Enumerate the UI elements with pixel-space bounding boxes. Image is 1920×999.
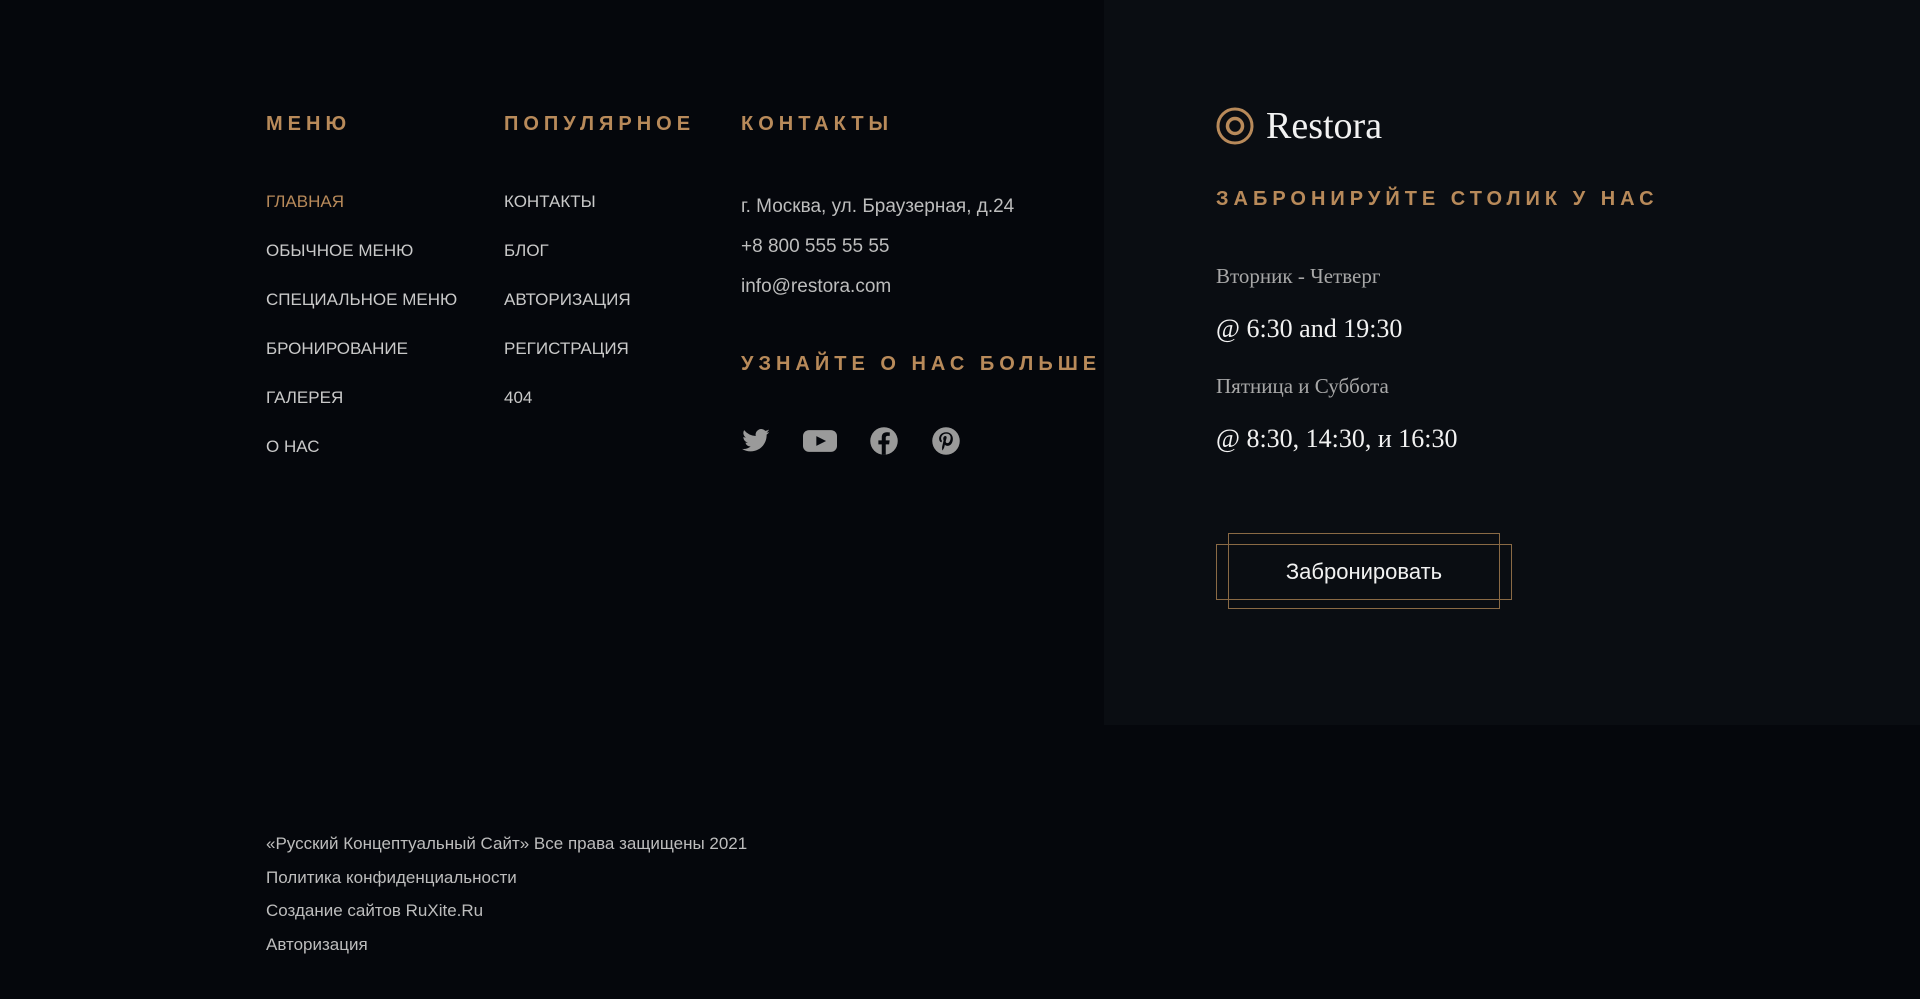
footer-login-link[interactable]: Авторизация	[266, 934, 747, 968]
menu-item-special-menu[interactable]: СПЕЦИАЛЬНОЕ МЕНЮ	[266, 288, 457, 337]
facebook-icon[interactable]	[869, 426, 899, 456]
reservation-heading: ЗАБРОНИРУЙТЕ СТОЛИК У НАС	[1216, 188, 1659, 210]
contacts-heading: КОНТАКТЫ	[741, 113, 894, 135]
schedule-times-weekday: @ 6:30 and 19:30	[1216, 314, 1403, 343]
youtube-icon[interactable]	[803, 426, 837, 456]
schedule-days-weekend: Пятница и Суббота	[1216, 374, 1389, 398]
menu-nav: ГЛАВНАЯ ОБЫЧНОЕ МЕНЮ СПЕЦИАЛЬНОЕ МЕНЮ БР…	[266, 190, 457, 484]
copyright-text: «Русский Концептуальный Сайт» Все права …	[266, 834, 748, 853]
popular-heading: ПОПУЛЯРНОЕ	[504, 113, 696, 135]
social-heading: УЗНАЙТЕ О НАС БОЛЬШЕ	[741, 353, 1102, 375]
contact-email[interactable]: info@restora.com	[741, 276, 891, 298]
menu-item-about[interactable]: О НАС	[266, 435, 457, 484]
twitter-icon[interactable]	[741, 426, 771, 456]
contact-address: г. Москва, ул. Браузерная, д.24	[741, 196, 1015, 217]
logo-ring-icon	[1216, 107, 1254, 145]
menu-item-home[interactable]: ГЛАВНАЯ	[266, 190, 457, 239]
popular-item-blog[interactable]: БЛОГ	[504, 239, 631, 288]
menu-item-regular-menu[interactable]: ОБЫЧНОЕ МЕНЮ	[266, 239, 457, 288]
contact-phone[interactable]: +8 800 555 55 55	[741, 236, 889, 258]
credits-link[interactable]: Создание сайтов RuXite.Ru	[266, 900, 747, 934]
social-links	[741, 426, 961, 456]
footer-links: «Русский Концептуальный Сайт» Все права …	[266, 833, 747, 967]
popular-item-register[interactable]: РЕГИСТРАЦИЯ	[504, 337, 631, 386]
menu-heading: МЕНЮ	[266, 113, 352, 135]
popular-item-contacts[interactable]: КОНТАКТЫ	[504, 190, 631, 239]
privacy-link[interactable]: Политика конфиденциальности	[266, 867, 747, 901]
popular-item-login[interactable]: АВТОРИЗАЦИЯ	[504, 288, 631, 337]
schedule-times-weekend: @ 8:30, 14:30, и 16:30	[1216, 424, 1458, 453]
menu-item-booking[interactable]: БРОНИРОВАНИЕ	[266, 337, 457, 386]
menu-item-gallery[interactable]: ГАЛЕРЕЯ	[266, 386, 457, 435]
pinterest-icon[interactable]	[931, 426, 961, 456]
book-table-button[interactable]: Забронировать	[1216, 544, 1512, 600]
popular-item-404[interactable]: 404	[504, 386, 631, 435]
brand-logo[interactable]: Restora	[1216, 104, 1382, 148]
popular-nav: КОНТАКТЫ БЛОГ АВТОРИЗАЦИЯ РЕГИСТРАЦИЯ 40…	[504, 190, 631, 435]
schedule-days-weekday: Вторник - Четверг	[1216, 264, 1381, 288]
brand-name: Restora	[1266, 105, 1383, 147]
book-button-frame: Забронировать	[1216, 533, 1512, 611]
